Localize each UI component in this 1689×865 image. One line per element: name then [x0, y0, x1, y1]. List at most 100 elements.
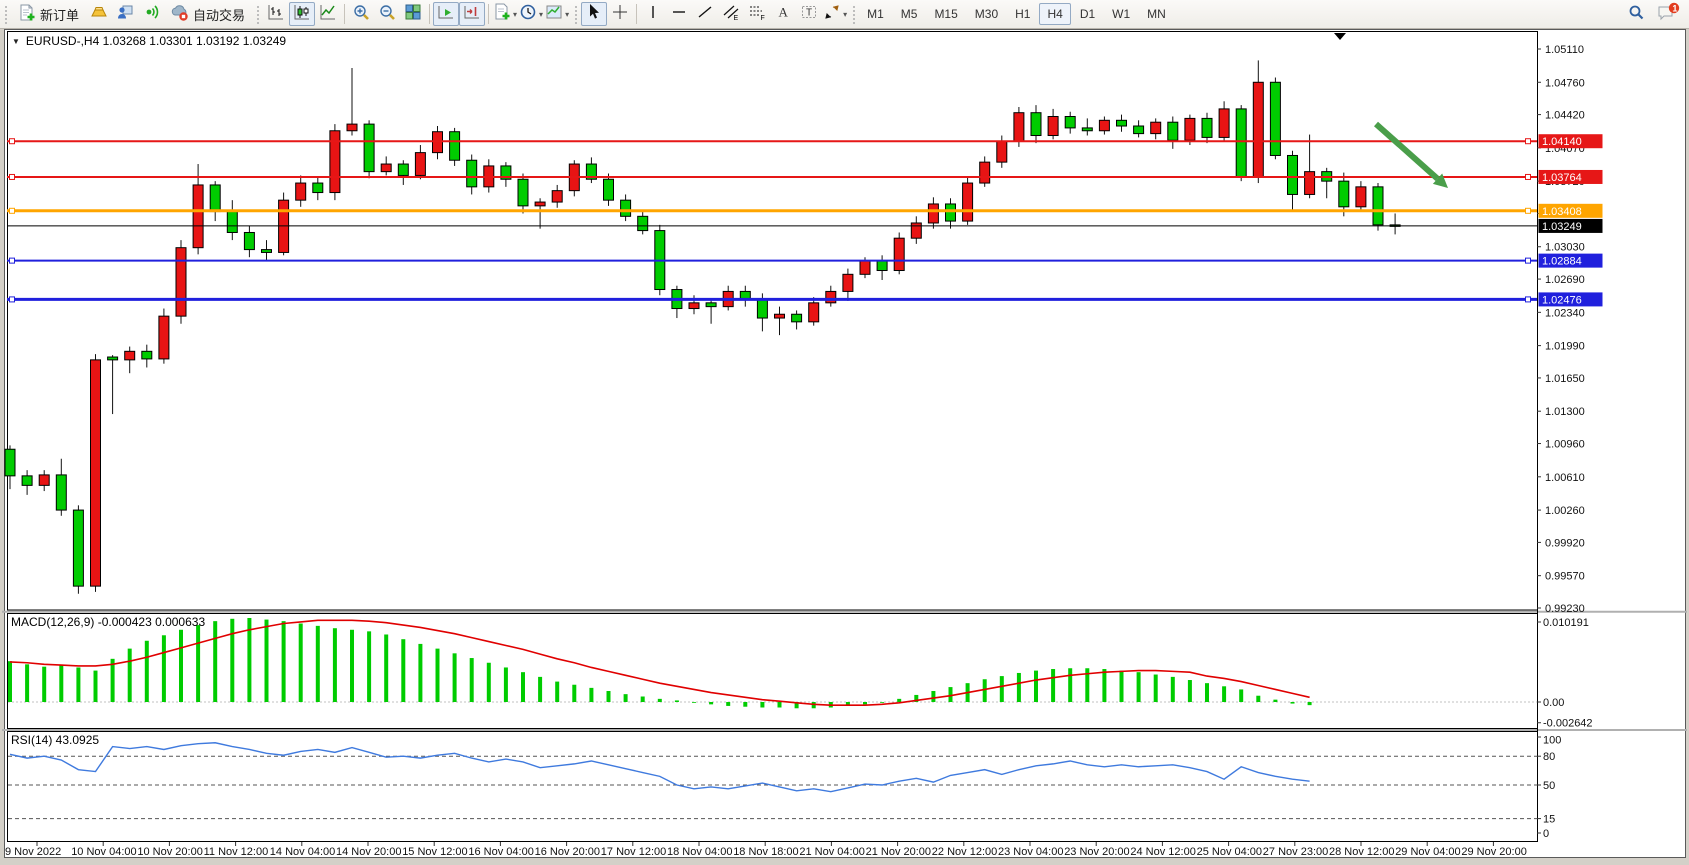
rsi-indicator-label: RSI(14) 43.0925	[11, 733, 99, 747]
tile-windows-button[interactable]	[400, 2, 426, 26]
macd-histogram-bar	[555, 682, 559, 702]
time-tick-label: 23 Nov 04:00	[998, 846, 1063, 858]
horizontal-line-tool-button[interactable]	[666, 2, 692, 26]
trendline-tool-button[interactable]	[692, 2, 718, 26]
macd-histogram-bar	[94, 671, 98, 702]
time-axis[interactable]: 9 Nov 202210 Nov 04:0010 Nov 20:0011 Nov…	[5, 842, 1527, 858]
bar-chart-button[interactable]	[263, 2, 289, 26]
line-handle[interactable]	[1526, 208, 1531, 213]
fibonacci-tool-button[interactable]: F	[744, 2, 770, 26]
zoom-out-button[interactable]	[374, 2, 400, 26]
line-handle[interactable]	[1526, 297, 1531, 302]
market-watch-button[interactable]	[86, 2, 112, 26]
macd-histogram-bar	[265, 620, 269, 702]
price-tick-label: 1.04760	[1545, 77, 1585, 89]
macd-histogram-bar	[1273, 700, 1277, 702]
price-tick-label: 1.05110	[1545, 44, 1584, 56]
line-handle[interactable]	[10, 258, 15, 263]
toolbar-grip[interactable]	[255, 4, 260, 24]
channel-icon: E	[722, 3, 740, 26]
cursor-button[interactable]	[581, 2, 607, 26]
macd-histogram-bar	[367, 631, 371, 702]
equidistant-channel-tool-button[interactable]: E	[718, 2, 744, 26]
search-button[interactable]	[1623, 2, 1649, 26]
time-tick-label: 22 Nov 12:00	[932, 846, 997, 858]
gold-bar-icon	[90, 3, 108, 26]
macd-histogram-bar	[436, 649, 440, 702]
line-handle[interactable]	[10, 174, 15, 179]
signals-button[interactable]	[138, 2, 164, 26]
timeframe-button-M5[interactable]: M5	[893, 3, 926, 25]
expert-advisors-button[interactable]	[112, 2, 138, 26]
svg-text:A: A	[779, 4, 789, 19]
toolbar-grip[interactable]	[573, 4, 578, 24]
macd-histogram-bar	[145, 641, 149, 702]
price-tag-label: 1.02884	[1542, 256, 1582, 268]
line-chart-button[interactable]	[315, 2, 341, 26]
macd-histogram-bar	[1068, 668, 1072, 702]
zoom-in-button[interactable]	[348, 2, 374, 26]
price-axis[interactable]: 1.051101.047601.044201.040701.037201.033…	[1537, 44, 1585, 615]
candle	[279, 193, 289, 256]
line-handle[interactable]	[1526, 258, 1531, 263]
auto-scroll-button[interactable]	[433, 2, 459, 26]
line-handle[interactable]	[10, 297, 15, 302]
macd-histogram-bar	[1205, 683, 1209, 702]
arrows-tool-button[interactable]: ▾	[822, 2, 848, 26]
timeframe-button-H4[interactable]: H4	[1039, 3, 1070, 25]
candlestick-chart-button[interactable]	[289, 2, 315, 26]
crosshair-button[interactable]	[607, 2, 633, 26]
timeframe-button-M30[interactable]: M30	[967, 3, 1006, 25]
auto-scroll-icon	[437, 3, 455, 26]
time-tick-label: 9 Nov 2022	[5, 846, 61, 858]
price-tick-label: 1.00260	[1545, 505, 1585, 517]
toolbar-grip[interactable]	[851, 4, 856, 24]
bar-chart-icon	[267, 3, 285, 26]
line-handle[interactable]	[1526, 174, 1531, 179]
macd-histogram-bar	[521, 672, 525, 702]
price-tick-label: 0.99230	[1545, 603, 1585, 615]
new-order-button[interactable]: 新订单	[11, 1, 86, 27]
templates-button[interactable]: ▾	[544, 2, 570, 26]
vertical-line-tool-button[interactable]	[640, 2, 666, 26]
timeframe-button-H1[interactable]: H1	[1007, 3, 1038, 25]
candle	[963, 177, 973, 225]
timeframe-button-W1[interactable]: W1	[1104, 3, 1138, 25]
collapse-icon[interactable]: ▼	[12, 37, 20, 46]
horizontal-line-icon	[670, 3, 688, 26]
macd-histogram-bar	[897, 699, 901, 702]
indicators-button[interactable]: ▾	[492, 2, 518, 26]
macd-histogram-bar	[1154, 675, 1158, 702]
tile-windows-icon	[404, 3, 422, 26]
macd-histogram-bar	[453, 653, 457, 702]
autotrade-icon	[171, 4, 189, 25]
timeframe-button-M1[interactable]: M1	[859, 3, 892, 25]
text-label-tool-button[interactable]: T	[796, 2, 822, 26]
macd-histogram-bar	[743, 702, 747, 707]
timeframe-button-M15[interactable]: M15	[926, 3, 965, 25]
periods-button[interactable]: ▾	[518, 2, 544, 26]
line-handle[interactable]	[1526, 139, 1531, 144]
trendline-icon	[696, 3, 714, 26]
toolbar-grip[interactable]	[3, 4, 8, 24]
price-tag-label: 1.03764	[1542, 172, 1582, 184]
toolbar-separator	[429, 4, 430, 24]
text-tool-button[interactable]: A	[770, 2, 796, 26]
autotrade-button[interactable]: 自动交易	[164, 1, 252, 27]
timeframe-button-MN[interactable]: MN	[1139, 3, 1174, 25]
chart-shift-button[interactable]	[459, 2, 485, 26]
macd-histogram-bar	[196, 625, 200, 702]
chart-canvas[interactable]: 1.051101.047601.044201.040701.037201.033…	[0, 0, 1689, 865]
macd-histogram-bar	[624, 694, 628, 702]
rsi-axis-label: 0	[1543, 828, 1549, 840]
line-chart-icon	[319, 3, 337, 26]
macd-histogram-bar	[675, 700, 679, 702]
chart-shift-icon	[463, 3, 481, 26]
line-handle[interactable]	[10, 208, 15, 213]
chat-notifications-button[interactable]: 1	[1655, 2, 1681, 26]
candle	[330, 124, 340, 200]
pane-frames	[2, 32, 1687, 842]
chat-badge: 1	[1672, 3, 1677, 13]
timeframe-button-D1[interactable]: D1	[1072, 3, 1103, 25]
line-handle[interactable]	[10, 139, 15, 144]
